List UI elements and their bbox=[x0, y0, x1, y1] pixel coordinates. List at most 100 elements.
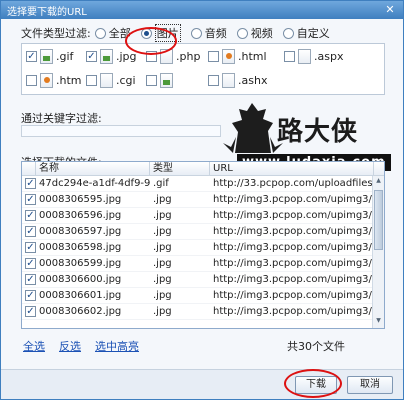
table-row[interactable]: ✓ 0008306600.jpg .jpg http://img3.pcpop.com… bbox=[22, 272, 384, 288]
row-name: 0008306597.jpg bbox=[39, 226, 122, 237]
radio-custom-icon[interactable] bbox=[282, 27, 294, 39]
row-url: http://img3.pcpop.com/upimg3/200 bbox=[213, 242, 374, 253]
table-row[interactable]: ✓47dc294e-a1df-4df9-900e.gif http://33.pc… bbox=[22, 176, 384, 192]
filter-video-label: 视频 bbox=[250, 27, 273, 40]
type-html-label: .html bbox=[238, 50, 267, 63]
image-file-icon bbox=[40, 49, 53, 64]
type-ashx-label: .ashx bbox=[238, 74, 268, 87]
row-name: 0008306601.jpg bbox=[39, 290, 122, 301]
row-name: 0008306596.jpg bbox=[39, 210, 122, 221]
window-title: 选择要下载的URL bbox=[7, 6, 87, 18]
row-type: .jpg bbox=[153, 290, 172, 301]
row-name: 0008306602.jpg bbox=[39, 306, 122, 317]
type-gif[interactable]: ✓ .gif bbox=[26, 49, 73, 64]
select-all-link[interactable]: 全选 bbox=[23, 338, 45, 354]
row-type: .jpg bbox=[153, 210, 172, 221]
row-url: http://img3.pcpop.com/upimg3/200 bbox=[213, 306, 374, 317]
highlight-selected-link[interactable]: 选中高亮 bbox=[95, 338, 139, 354]
type-htm[interactable]: .htm bbox=[26, 73, 82, 88]
radio-video-icon[interactable] bbox=[236, 27, 248, 39]
type-gif-label: .gif bbox=[56, 50, 74, 63]
row-checkbox[interactable]: ✓ bbox=[25, 194, 36, 205]
filter-images[interactable]: 图片 bbox=[140, 24, 181, 42]
selection-links: 全选 反选 选中高亮 bbox=[23, 338, 139, 354]
cancel-button[interactable]: 取消 bbox=[347, 376, 393, 394]
checkbox-image-extra[interactable] bbox=[146, 75, 157, 86]
header-url[interactable]: URL bbox=[210, 162, 374, 175]
keyword-filter-input[interactable] bbox=[21, 125, 221, 137]
blank-file-icon bbox=[222, 73, 235, 88]
row-url: http://img3.pcpop.com/upimg3/200 bbox=[213, 226, 374, 237]
file-type-list: ✓ .gif ✓ .jpg .php .html .aspx .htm .cgi .… bbox=[21, 43, 385, 95]
table-row[interactable]: ✓ 0008306602.jpg .jpg http://img3.pcpop.com… bbox=[22, 304, 384, 320]
title-bar: 选择要下载的URL ✕ bbox=[1, 1, 403, 19]
checkbox-jpg[interactable]: ✓ bbox=[86, 51, 97, 62]
type-ashx[interactable]: .ashx bbox=[208, 73, 267, 88]
table-row[interactable]: ✓ 0008306601.jpg .jpg http://img3.pcpop.com… bbox=[22, 288, 384, 304]
table-row[interactable]: ✓ 0008306596.jpg .jpg http://img3.pcpop.com… bbox=[22, 208, 384, 224]
checkbox-html[interactable] bbox=[208, 51, 219, 62]
image-file-icon bbox=[100, 49, 113, 64]
type-cgi[interactable]: .cgi bbox=[86, 73, 136, 88]
type-cgi-label: .cgi bbox=[116, 74, 136, 87]
row-name: 0008306600.jpg bbox=[39, 274, 122, 285]
row-checkbox[interactable]: ✓ bbox=[25, 210, 36, 221]
table-row[interactable]: ✓ 0008306599.jpg .jpg http://img3.pcpop.com… bbox=[22, 256, 384, 272]
checkbox-aspx[interactable] bbox=[284, 51, 295, 62]
scroll-up-icon[interactable]: ▲ bbox=[374, 177, 383, 187]
blank-file-icon bbox=[160, 49, 173, 64]
row-checkbox[interactable]: ✓ bbox=[25, 290, 36, 301]
filter-label: 文件类型过滤: bbox=[21, 27, 91, 40]
checkbox-htm[interactable] bbox=[26, 75, 37, 86]
header-type[interactable]: 类型 bbox=[150, 162, 210, 175]
file-count: 共30个文件 bbox=[287, 340, 345, 353]
checkbox-cgi[interactable] bbox=[86, 75, 97, 86]
download-url-dialog: 选择要下载的URL ✕ 文件类型过滤: 全部 图片 音频 视频 自定义 ✓ .gi… bbox=[0, 0, 404, 400]
image-file-icon bbox=[160, 73, 173, 88]
file-list: 名称 类型 URL ✓47dc294e-a1df-4df9-900e.gifht… bbox=[21, 161, 385, 329]
row-checkbox[interactable]: ✓ bbox=[25, 258, 36, 269]
row-checkbox[interactable]: ✓ bbox=[25, 178, 36, 189]
row-type: .jpg bbox=[153, 242, 172, 253]
row-url: http://img3.pcpop.com/upimg3/200 bbox=[213, 274, 374, 285]
filter-video[interactable]: 视频 bbox=[236, 25, 273, 41]
radio-audio-icon[interactable] bbox=[190, 27, 202, 39]
row-name: 0008306599.jpg bbox=[39, 258, 122, 269]
blank-file-icon bbox=[100, 73, 113, 88]
invert-selection-link[interactable]: 反选 bbox=[59, 338, 81, 354]
filter-custom[interactable]: 自定义 bbox=[282, 25, 330, 41]
row-type: .jpg bbox=[153, 274, 172, 285]
filter-all[interactable]: 全部 bbox=[94, 25, 131, 41]
row-checkbox[interactable]: ✓ bbox=[25, 226, 36, 237]
filter-all-label: 全部 bbox=[108, 27, 131, 40]
row-checkbox[interactable]: ✓ bbox=[25, 306, 36, 317]
download-button[interactable]: 下载 bbox=[295, 376, 337, 394]
type-html[interactable]: .html bbox=[208, 49, 267, 64]
table-row[interactable]: ✓ 0008306598.jpg .jpg http://img3.pcpop.com… bbox=[22, 240, 384, 256]
type-php[interactable]: .php bbox=[146, 49, 200, 64]
checkbox-gif[interactable]: ✓ bbox=[26, 51, 37, 62]
filter-audio[interactable]: 音频 bbox=[190, 25, 227, 41]
row-url: http://33.pcpop.com/uploadfiles/200 bbox=[213, 178, 374, 189]
row-checkbox[interactable]: ✓ bbox=[25, 274, 36, 285]
scrollbar-thumb[interactable] bbox=[374, 190, 383, 250]
type-aspx[interactable]: .aspx bbox=[284, 49, 343, 64]
radio-all-icon[interactable] bbox=[94, 27, 106, 39]
close-icon[interactable]: ✕ bbox=[383, 4, 397, 16]
row-type: .jpg bbox=[153, 306, 172, 317]
scroll-down-icon[interactable]: ▼ bbox=[374, 317, 383, 327]
header-checkbox-column bbox=[22, 162, 36, 175]
type-jpg[interactable]: ✓ .jpg bbox=[86, 49, 137, 64]
type-image-extra[interactable] bbox=[146, 73, 176, 88]
row-name: 0008306598.jpg bbox=[39, 242, 122, 253]
row-checkbox[interactable]: ✓ bbox=[25, 242, 36, 253]
header-name[interactable]: 名称 bbox=[36, 162, 150, 175]
radio-images-icon[interactable] bbox=[140, 27, 152, 39]
table-row[interactable]: ✓ 0008306597.jpg .jpg http://img3.pcpop.com… bbox=[22, 224, 384, 240]
list-header: 名称 类型 URL bbox=[22, 162, 384, 176]
checkbox-ashx[interactable] bbox=[208, 75, 219, 86]
checkbox-php[interactable] bbox=[146, 51, 157, 62]
file-type-filter: 文件类型过滤: 全部 图片 音频 视频 自定义 bbox=[21, 24, 336, 42]
table-row[interactable]: ✓ 0008306595.jpg .jpg http://img3.pcpop.com… bbox=[22, 192, 384, 208]
vertical-scrollbar[interactable]: ▲ ▼ bbox=[372, 176, 384, 328]
